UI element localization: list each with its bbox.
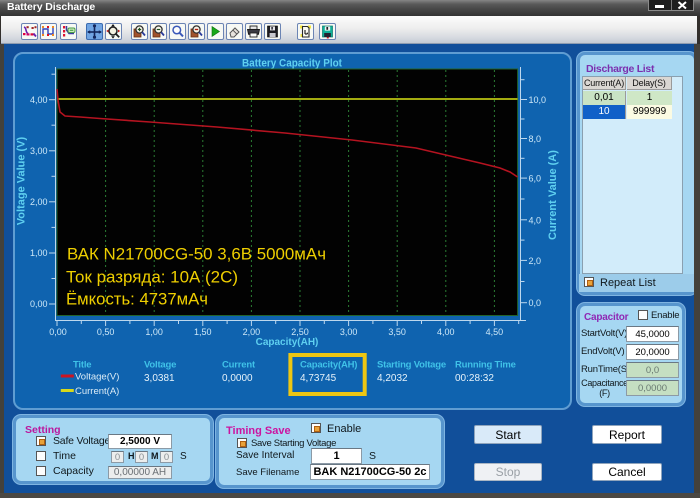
- svg-text:0,50: 0,50: [97, 327, 115, 337]
- svg-text:Voltage(V): Voltage(V): [75, 372, 119, 383]
- svg-text:00:28:32: 00:28:32: [455, 373, 494, 384]
- svg-text:Voltage: Voltage: [144, 360, 176, 371]
- svg-text:4,50: 4,50: [486, 327, 504, 337]
- svg-text:3,0381: 3,0381: [144, 373, 175, 384]
- svg-text:2,0: 2,0: [529, 256, 542, 266]
- svg-text:Running Time: Running Time: [455, 360, 516, 371]
- svg-text:1,50: 1,50: [194, 327, 212, 337]
- svg-text:2,00: 2,00: [243, 327, 261, 337]
- svg-text:3,50: 3,50: [388, 327, 406, 337]
- svg-text:Ток разряда: 10А (2С): Ток разряда: 10А (2С): [66, 267, 238, 286]
- svg-text:2,50: 2,50: [291, 327, 309, 337]
- svg-text:4,0: 4,0: [529, 215, 542, 225]
- svg-text:Title: Title: [73, 360, 91, 371]
- svg-text:Capacity(AH): Capacity(AH): [300, 360, 357, 371]
- svg-text:0,0: 0,0: [529, 298, 542, 308]
- svg-text:Capacity(AH): Capacity(AH): [256, 337, 319, 348]
- svg-text:8,0: 8,0: [529, 134, 542, 144]
- svg-text:Current: Current: [222, 360, 256, 371]
- svg-text:0,00: 0,00: [49, 327, 67, 337]
- svg-text:1,00: 1,00: [30, 248, 48, 258]
- svg-text:2,00: 2,00: [30, 197, 48, 207]
- svg-text:ВАК N21700CG-50 3,6В 5000мАч: ВАК N21700CG-50 3,6В 5000мАч: [67, 244, 326, 263]
- svg-text:4,73745: 4,73745: [300, 373, 337, 384]
- svg-text:Ёмкость: 4737мАч: Ёмкость: 4737мАч: [66, 289, 208, 308]
- svg-text:Current Value (A): Current Value (A): [547, 150, 559, 240]
- svg-text:3,00: 3,00: [30, 146, 48, 156]
- svg-text:0,00: 0,00: [30, 299, 48, 309]
- svg-text:Current(A): Current(A): [75, 386, 119, 397]
- svg-text:4,00: 4,00: [30, 95, 48, 105]
- svg-text:3,00: 3,00: [340, 327, 358, 337]
- svg-text:Voltage Value (V): Voltage Value (V): [16, 136, 28, 225]
- svg-text:Battery Capacity Plot: Battery Capacity Plot: [242, 58, 342, 70]
- svg-text:Starting Voltage: Starting Voltage: [377, 360, 446, 371]
- svg-text:6,0: 6,0: [529, 174, 542, 184]
- svg-text:10,0: 10,0: [529, 95, 547, 105]
- svg-text:1,00: 1,00: [145, 327, 163, 337]
- svg-text:0,0000: 0,0000: [222, 373, 253, 384]
- svg-text:4,00: 4,00: [437, 327, 455, 337]
- svg-text:4,2032: 4,2032: [377, 373, 408, 384]
